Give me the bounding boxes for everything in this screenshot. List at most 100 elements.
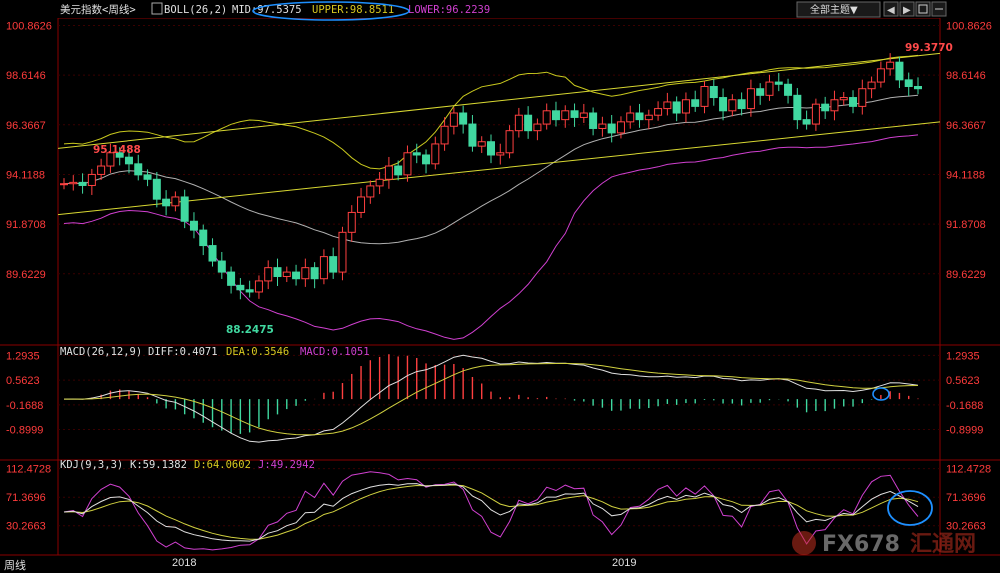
candle-up — [681, 99, 690, 114]
candle-up — [384, 165, 393, 180]
candle-up — [301, 267, 310, 280]
price-tick-right: 94.1188 — [946, 169, 985, 181]
candle-down — [329, 256, 338, 273]
candle-up — [533, 123, 542, 132]
candle-up — [254, 280, 263, 293]
candle-down — [524, 114, 533, 132]
candle-down — [914, 85, 922, 90]
candle-down — [756, 88, 765, 96]
candle-down — [236, 284, 245, 291]
kdj-tick-right: 30.2663 — [946, 521, 986, 533]
candle-up — [858, 88, 867, 107]
candle-up — [839, 97, 848, 101]
candle-up — [663, 101, 672, 110]
price-title: 美元指数<周线> — [60, 3, 136, 16]
macd-tick-right: -0.8999 — [946, 425, 983, 437]
price-tick-left: 100.8626 — [6, 20, 52, 32]
candle-down — [570, 110, 579, 118]
j-value: J:49.2942 — [258, 459, 315, 471]
price-tick-right: 91.8708 — [946, 219, 986, 231]
candle-down — [180, 196, 189, 222]
candle-up — [867, 81, 876, 90]
price-header: 美元指数<周线> BOLL(26,2) MID:97.5375 UPPER:98… — [0, 0, 1000, 21]
theme-select[interactable]: 全部主题▼ — [796, 1, 881, 18]
annotation-high-2: 99.3770 — [905, 42, 953, 54]
maximize-icon[interactable] — [915, 1, 931, 17]
candle-up — [654, 108, 663, 116]
svg-text:◀: ◀ — [887, 5, 895, 16]
candle-down — [152, 178, 161, 200]
candle-up — [264, 267, 273, 282]
candle-down — [487, 141, 495, 156]
candle-down — [802, 119, 811, 125]
macd-tick-left: 1.2935 — [6, 350, 40, 362]
macd-tick-right: 0.5623 — [946, 375, 980, 387]
macd-tick-left: 0.5623 — [6, 375, 40, 387]
candle-up — [375, 178, 384, 187]
price-tick-left: 94.1188 — [6, 169, 45, 181]
candle-down — [245, 289, 254, 293]
candle-down — [227, 271, 236, 286]
candle-up — [431, 143, 440, 165]
candle-down — [607, 123, 616, 134]
candle-down — [208, 245, 217, 262]
candle-down — [189, 220, 198, 231]
candle-down — [793, 94, 802, 121]
dea-value: DEA:0.3546 — [226, 346, 289, 358]
macd-label: MACD(26,12,9) — [60, 346, 142, 358]
candle-up — [561, 110, 570, 121]
kdj-tick-right: 71.3696 — [946, 492, 986, 504]
macd-header: MACD(26,12,9) DIFF:0.4071 DEA:0.3546 MAC… — [60, 346, 370, 358]
kdj-tick-left: 112.4728 — [6, 464, 51, 476]
watermark-brand: FX678 — [822, 532, 900, 557]
candle-up — [644, 114, 653, 121]
candle-up — [449, 112, 458, 127]
candle-up — [579, 112, 588, 118]
annotation-high-1: 95.1488 — [93, 144, 141, 156]
candle-up — [616, 121, 625, 134]
candle-up — [505, 130, 514, 154]
candle-down — [821, 103, 830, 112]
candle-up — [496, 152, 505, 156]
price-tick-left: 89.6229 — [6, 269, 46, 281]
candle-down — [737, 99, 746, 110]
theme-select-label: 全部主题▼ — [810, 3, 858, 16]
candle-down — [310, 267, 319, 280]
candle-up — [69, 181, 78, 185]
candle-down — [551, 110, 560, 121]
price-tick-right: 98.6146 — [946, 70, 986, 82]
candle-up — [811, 103, 820, 125]
price-tick-left: 96.3667 — [6, 120, 46, 132]
price-tick-right: 89.6229 — [946, 269, 986, 281]
candle-down — [78, 181, 87, 186]
timeframe-label: 周线 — [4, 558, 26, 572]
candle-down — [691, 99, 700, 107]
candle-down — [895, 61, 904, 81]
candle-up — [97, 165, 106, 175]
candle-down — [635, 112, 644, 121]
candle-up — [746, 88, 755, 110]
annotation-low: 88.2475 — [226, 324, 274, 336]
candle-down — [709, 85, 718, 99]
candle-up — [477, 141, 486, 147]
macd-tick-right: 1.2935 — [946, 350, 980, 362]
candle-up — [830, 99, 839, 112]
price-tick-right: 96.3667 — [946, 120, 986, 132]
year-label-2018: 2018 — [172, 557, 196, 569]
candle-down — [904, 79, 913, 87]
candle-down — [412, 152, 421, 156]
dollar-index-chart: 100.8626 100.8626 98.6146 98.6146 96.3667 96.… — [0, 0, 1000, 573]
candle-up — [728, 99, 737, 112]
candle-up — [60, 183, 68, 186]
kdj-label: KDJ(9,3,3) — [60, 459, 123, 471]
candle-up — [700, 85, 709, 107]
price-tick-left: 91.8708 — [6, 219, 46, 231]
macd-tick-left: -0.1688 — [6, 400, 43, 412]
svg-text:▶: ▶ — [903, 5, 911, 16]
candle-down — [292, 271, 301, 280]
candle-up — [282, 271, 291, 278]
candle-down — [134, 163, 143, 176]
candle-down — [459, 112, 468, 125]
candle-up — [87, 173, 96, 186]
candle-up — [338, 231, 347, 273]
